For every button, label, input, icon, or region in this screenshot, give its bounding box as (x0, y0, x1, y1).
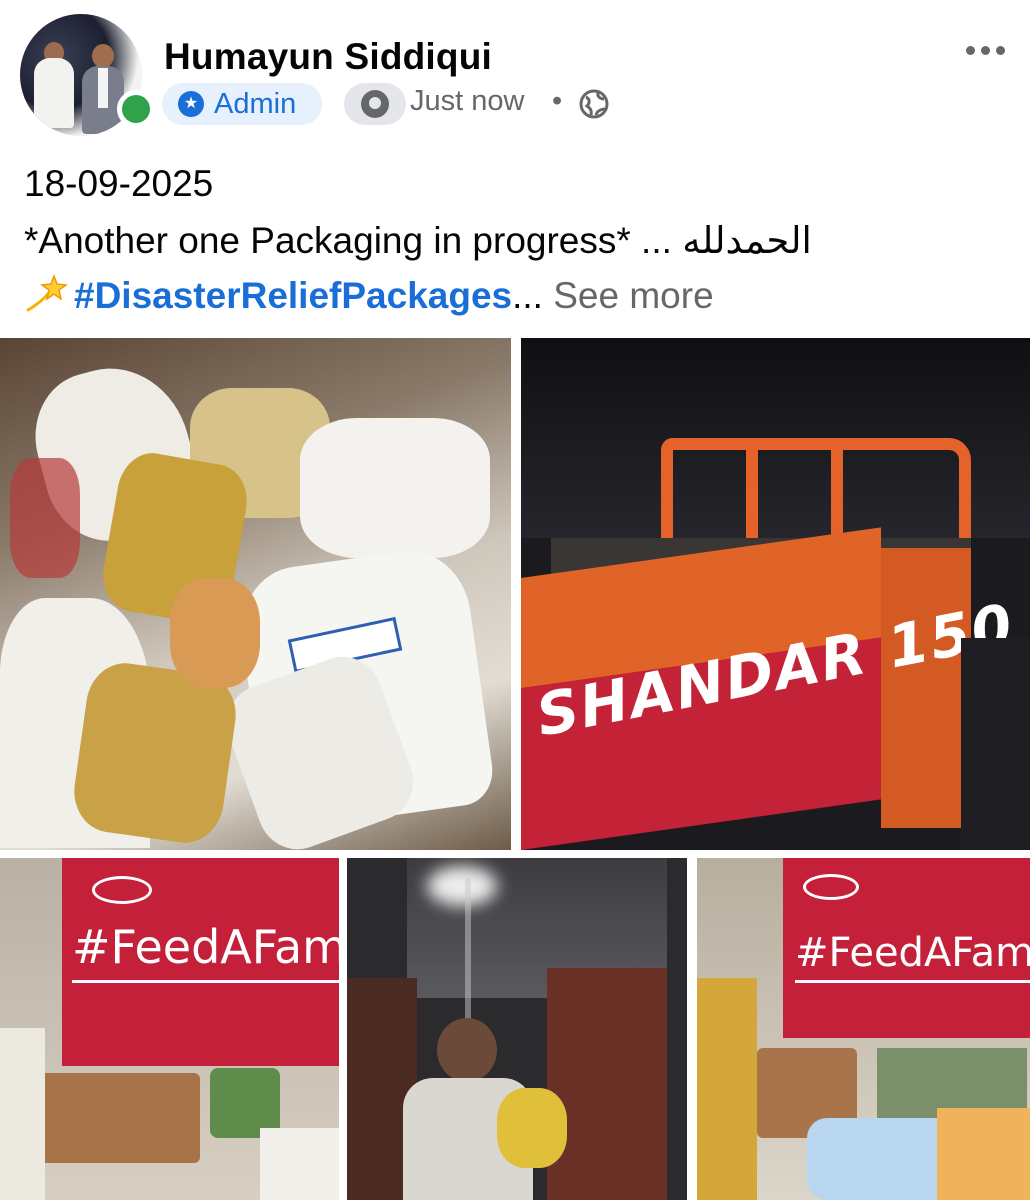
author-name[interactable]: Humayun Siddiqui (164, 36, 492, 78)
shield-star-icon: ★ (178, 91, 204, 117)
admin-role-label: Admin (214, 87, 297, 120)
dizzy-sparkle-icon (26, 274, 69, 312)
banner-hashtag-right: #FeedAFamily (795, 930, 1030, 976)
post-text-line: *Another one Packaging in progress* ... … (24, 220, 812, 261)
award-badge[interactable] (344, 83, 406, 125)
globe-icon[interactable] (578, 88, 610, 120)
meta-separator: • (552, 85, 563, 117)
truncation-ellipsis: ... (512, 275, 543, 316)
see-more-link[interactable]: See more (553, 275, 713, 316)
post-timestamp[interactable]: Just now (410, 85, 524, 118)
more-options-icon[interactable] (960, 30, 1010, 70)
online-status-indicator (117, 90, 155, 128)
post-header: Humayun Siddiqui ★ Admin Just now • (0, 0, 1030, 150)
hashtag-link[interactable]: #DisasterReliefPackages (74, 275, 512, 316)
admin-role-badge[interactable]: ★ Admin (162, 83, 323, 125)
photo-relief-packages[interactable] (0, 338, 511, 850)
photo-loader-truck[interactable]: SHANDAR 150 (521, 338, 1030, 850)
photo-feed-a-family-banner-right[interactable]: #FeedAFamily (697, 858, 1030, 1200)
banner-hashtag-left: #FeedAFam (72, 920, 339, 974)
photo-worker-carrying-sack[interactable] (347, 858, 687, 1200)
post-hashtag-line: #DisasterReliefPackages... See more (24, 274, 714, 317)
award-badge-icon (361, 90, 389, 118)
post-date-line: 18-09-2025 (24, 163, 214, 204)
photo-feed-a-family-banner-left[interactable]: #FeedAFam (0, 858, 339, 1200)
